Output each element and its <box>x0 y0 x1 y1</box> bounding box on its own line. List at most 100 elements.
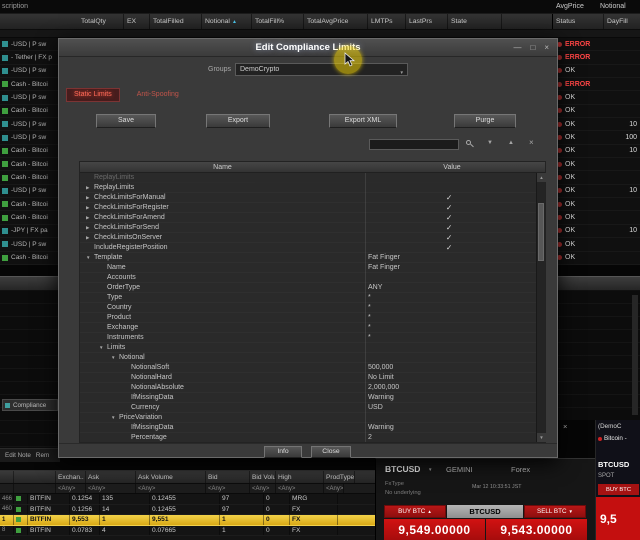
avgprice-column-header[interactable]: AvgPrice <box>556 3 584 10</box>
expand-icon[interactable]: ▶ <box>86 215 94 221</box>
limits-grid-row[interactable]: ▶ CheckLimitsOnServer ✓ <box>80 233 537 243</box>
column-header[interactable]: LastPrs ▼ <box>406 14 448 37</box>
instrument-row[interactable]: -USD | P sw <box>0 131 60 144</box>
grid-scrollbar[interactable]: ▲ ▼ <box>536 173 546 442</box>
compliance-window-tab[interactable]: Compliance <box>2 399 58 411</box>
limits-grid-row[interactable]: Accounts <box>80 273 537 283</box>
limits-grid-row[interactable]: OrderType ANY <box>80 283 537 293</box>
market-row[interactable]: 1 BITFIN 9,553 1 9,551 1 0 FX <box>0 515 375 526</box>
property-value[interactable]: No Limit <box>368 374 394 381</box>
name-column-header[interactable]: Name <box>80 162 365 173</box>
limits-grid-row[interactable]: ▼ PriceVariation <box>80 413 537 423</box>
mini-buy-button[interactable]: BUY BTC <box>598 484 639 495</box>
grid-search-input[interactable] <box>369 139 459 150</box>
column-header[interactable]: TotalQty ▼ <box>78 14 124 37</box>
expand-icon[interactable]: ▶ <box>86 225 94 231</box>
property-value[interactable]: * <box>368 324 371 331</box>
scroll-down-icon[interactable]: ▼ <box>537 433 546 442</box>
expand-icon[interactable]: ▶ <box>86 235 94 241</box>
instrument-row[interactable]: - Tether | FX p <box>0 51 60 64</box>
ticket-venue[interactable]: GEMINI <box>446 465 473 474</box>
market-filter-cell[interactable]: <Any> <box>136 484 206 493</box>
expand-icon[interactable]: ▼ <box>86 255 94 260</box>
property-value[interactable]: USD <box>368 404 383 411</box>
limits-grid-row[interactable]: ▶ CheckLimitsForAmend ✓ <box>80 213 537 223</box>
column-header[interactable]: TotalFilled ▼ <box>150 14 202 37</box>
search-prev-icon[interactable]: ▲ <box>508 140 514 146</box>
limits-grid-row[interactable]: ▶ CheckLimitsForRegister ✓ <box>80 203 537 213</box>
market-column-header[interactable]: High <box>276 471 324 483</box>
ticket-symbol[interactable]: BTCUSD <box>385 464 420 474</box>
limits-grid-row[interactable]: ▼ Template Fat Finger <box>80 253 537 263</box>
toolbar-button[interactable]: Save <box>96 114 156 128</box>
buy-price-panel[interactable]: 9,549.00000 <box>384 519 485 540</box>
status-row[interactable]: ERROR <box>553 38 640 51</box>
instrument-row[interactable]: -USD | P sw <box>0 38 60 51</box>
instrument-row[interactable]: -USD | P sw <box>0 185 60 198</box>
search-next-icon[interactable]: ▼ <box>487 140 493 146</box>
status-row[interactable]: OK <box>553 171 640 184</box>
status-row[interactable]: OK <box>553 105 640 118</box>
mini-symbol[interactable]: BTCUSD <box>598 460 629 469</box>
checkmark-icon[interactable]: ✓ <box>446 193 452 202</box>
limits-grid-row[interactable]: Exchange * <box>80 323 537 333</box>
mini-price-panel[interactable]: 9,5 <box>596 497 640 540</box>
search-icon[interactable] <box>466 140 475 149</box>
sell-button[interactable]: SELL BTC ▼ <box>524 505 586 518</box>
property-value[interactable]: Warning <box>368 394 394 401</box>
expand-icon[interactable]: ▶ <box>86 205 94 211</box>
market-filter-cell[interactable]: <Any> <box>276 484 324 493</box>
status-row[interactable]: OK <box>553 252 640 265</box>
instrument-row[interactable]: Cash - Bitcoi <box>0 158 60 171</box>
limits-grid-row[interactable]: NotionalHard No Limit <box>80 373 537 383</box>
value-column-header[interactable]: Value <box>365 162 539 173</box>
limits-grid-row[interactable]: IfMissingData Warning <box>80 393 537 403</box>
market-column-header[interactable]: Bid Volume <box>250 471 276 483</box>
status-row[interactable]: OK 10 <box>553 145 640 158</box>
checkmark-icon[interactable]: ✓ <box>446 213 452 222</box>
property-value[interactable]: 500,000 <box>368 364 393 371</box>
sell-price-panel[interactable]: 9,543.00000 <box>486 519 587 540</box>
instrument-row[interactable]: Cash - Bitcoi <box>0 252 60 265</box>
column-header[interactable]: State ▼ <box>448 14 502 37</box>
status-row[interactable]: OK <box>553 65 640 78</box>
market-column-header[interactable]: ProdType <box>324 471 356 483</box>
checkmark-icon[interactable]: ✓ <box>446 223 452 232</box>
market-filter-cell[interactable] <box>14 484 56 493</box>
limits-grid-row[interactable]: Name Fat Finger <box>80 263 537 273</box>
market-column-header[interactable]: Bid <box>206 471 250 483</box>
status-row[interactable]: OK <box>553 198 640 211</box>
property-value[interactable]: Fat Finger <box>368 264 400 271</box>
limits-grid-row[interactable]: Product * <box>80 313 537 323</box>
column-header[interactable]: Notional ▲ ▼ <box>202 14 252 37</box>
toolbar-button[interactable]: Export <box>206 114 270 128</box>
property-value[interactable]: * <box>368 334 371 341</box>
status-row[interactable]: OK 10 <box>553 225 640 238</box>
status-row[interactable]: OK <box>553 91 640 104</box>
limits-grid-row[interactable]: ▶ ReplayLimits <box>80 183 537 193</box>
market-filter-cell[interactable]: <Any> <box>206 484 250 493</box>
property-value[interactable]: * <box>368 304 371 311</box>
maximize-icon[interactable]: □ <box>530 44 535 52</box>
checkmark-icon[interactable]: ✓ <box>446 233 452 242</box>
column-header[interactable]: TotalAvgPrice ▼ <box>304 14 368 37</box>
market-column-header[interactable] <box>0 471 14 483</box>
property-value[interactable]: * <box>368 314 371 321</box>
market-column-header[interactable]: Exchan.. <box>56 471 86 483</box>
status-row[interactable]: OK 10 <box>553 118 640 131</box>
limits-grid-row[interactable]: Percentage 2 <box>80 433 537 442</box>
groups-dropdown[interactable]: DemoCrypto ▼ <box>235 63 408 76</box>
toolbar-button[interactable]: Export XML <box>329 114 397 128</box>
checkmark-icon[interactable]: ✓ <box>446 243 452 252</box>
status-row[interactable]: ERROR <box>553 51 640 64</box>
expand-icon[interactable]: ▶ <box>86 185 94 191</box>
limits-grid-row[interactable]: Currency USD <box>80 403 537 413</box>
scroll-up-icon[interactable]: ▲ <box>537 173 546 182</box>
expand-icon[interactable]: ▼ <box>111 355 119 360</box>
market-filter-cell[interactable]: <Any> <box>324 484 345 493</box>
market-filter-cell[interactable] <box>0 484 14 493</box>
instrument-row[interactable]: -JPY | FX pa <box>0 225 60 238</box>
instrument-row[interactable]: Cash - Bitcoi <box>0 145 60 158</box>
checkmark-icon[interactable]: ✓ <box>446 203 452 212</box>
status-row[interactable]: OK 10 <box>553 185 640 198</box>
